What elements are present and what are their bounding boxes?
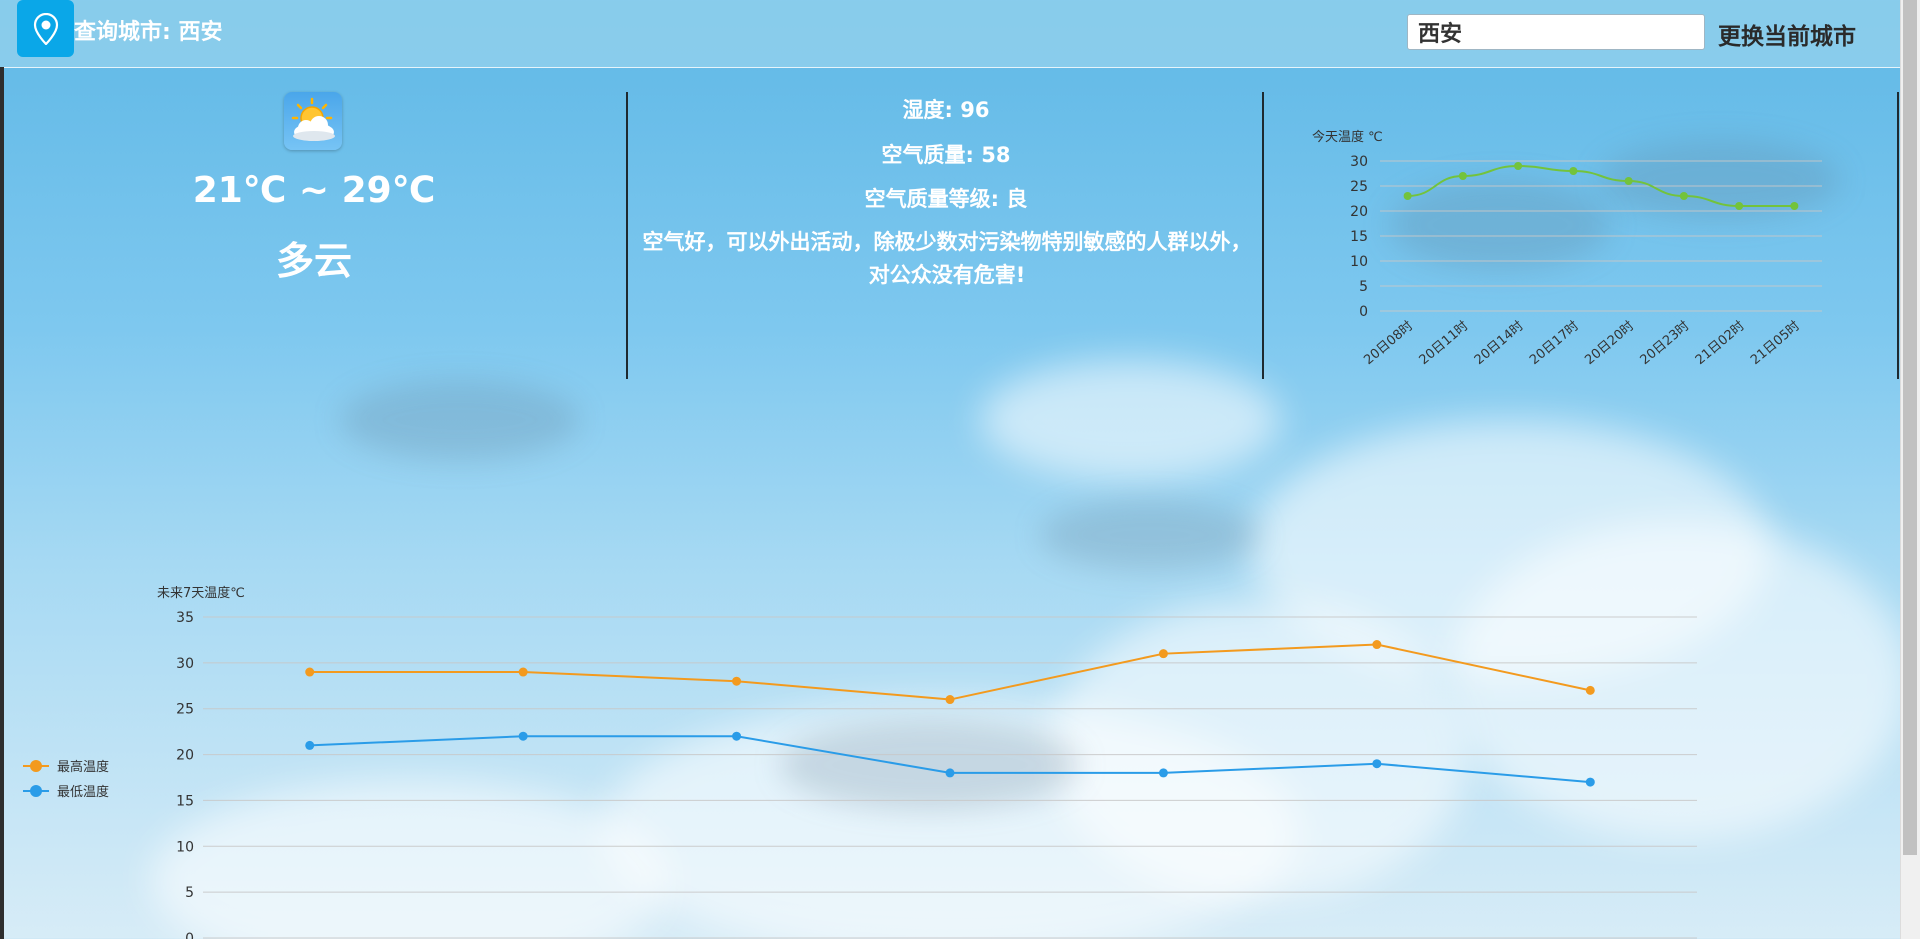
legend-label: 最高温度 — [57, 759, 109, 775]
humidity-value: 湿度: 96 — [902, 98, 990, 122]
panel-divider — [626, 92, 628, 379]
air-quality-level: 空气质量等级: 良 — [864, 187, 1028, 211]
legend-marker — [30, 760, 42, 772]
series-point — [732, 676, 742, 686]
x-tick-label: 20日23时 — [1638, 319, 1693, 368]
y-tick-label: 0 — [185, 931, 194, 939]
weather-description: 多云 — [275, 239, 352, 283]
seven-day-temperature-chart: 未来7天温度℃ 0 5 10 15 20 25 30 35 最高温度最低温度 — [23, 585, 1697, 939]
x-tick-label: 21日02时 — [1693, 319, 1748, 368]
legend-marker — [30, 785, 42, 797]
x-tick-label: 20日11时 — [1417, 319, 1472, 368]
y-tick-label: 5 — [1359, 279, 1368, 295]
change-city-button[interactable]: 更换当前城市 — [1718, 17, 1856, 51]
y-tick-label: 25 — [176, 702, 194, 718]
top-bar: 查询城市: 西安 更换当前城市 — [0, 0, 1900, 68]
y-tick-label: 30 — [1350, 154, 1368, 170]
x-tick-label: 20日17时 — [1527, 319, 1582, 368]
series-line — [309, 643, 1591, 701]
series-point — [945, 695, 955, 705]
series-point — [1585, 777, 1595, 787]
y-tick-label: 35 — [176, 610, 194, 626]
air-quality-advice: 空气好，可以外出活动，除极少数对污染物特别敏感的人群以外，对公众没有危害! — [642, 230, 1252, 287]
current-city-label: 查询城市: 西安 — [74, 20, 223, 45]
temperature-range: 21℃ ~ 29℃ — [192, 170, 436, 211]
x-tick-label: 20日14时 — [1472, 319, 1527, 368]
y-tick-label: 15 — [176, 793, 194, 809]
y-tick-label: 30 — [176, 656, 194, 672]
today-temperature-point — [1679, 192, 1688, 200]
y-tick-label: 10 — [1350, 254, 1368, 270]
chart-title: 今天温度 ℃ — [1312, 129, 1383, 145]
panel-divider — [1262, 92, 1264, 379]
legend-label: 最低温度 — [57, 784, 109, 800]
y-tick-label: 20 — [176, 748, 194, 764]
series-point — [1372, 759, 1382, 769]
today-temperature-point — [1458, 172, 1467, 180]
today-temperature-point — [1790, 202, 1799, 210]
y-tick-label: 20 — [1350, 204, 1368, 220]
x-tick-label: 21日05时 — [1748, 319, 1803, 368]
x-tick-label: 20日20时 — [1582, 319, 1637, 368]
y-tick-label: 5 — [185, 885, 194, 901]
series-point — [518, 667, 528, 677]
scrollbar-thumb[interactable] — [1903, 0, 1917, 855]
y-tick-label: 10 — [176, 839, 194, 855]
map-pin-icon — [33, 12, 58, 45]
today-temperature-point — [1514, 162, 1523, 170]
today-temperature-chart: 今天温度 ℃ 0 5 10 15 20 25 30 20日08时 20日11时 20日14时 20日1… — [1312, 129, 1822, 368]
y-tick-label: 25 — [1350, 179, 1368, 195]
series-point — [1585, 685, 1595, 695]
series-point — [305, 740, 315, 750]
today-temperature-point — [1735, 202, 1744, 210]
today-temperature-point — [1569, 167, 1578, 175]
air-quality-value: 空气质量: 58 — [881, 143, 1011, 167]
panel-divider — [1897, 92, 1899, 379]
x-tick-label: 20日08时 — [1361, 319, 1416, 368]
series-point — [1158, 649, 1168, 659]
today-temperature-point — [1624, 177, 1633, 185]
y-tick-label: 15 — [1350, 229, 1368, 245]
location-button[interactable] — [17, 0, 74, 57]
series-point — [518, 731, 528, 741]
today-temperature-point — [1403, 192, 1412, 200]
series-point — [305, 667, 315, 677]
chart-title: 未来7天温度℃ — [157, 585, 245, 601]
y-tick-label: 0 — [1359, 304, 1368, 320]
city-search-input[interactable] — [1407, 14, 1705, 50]
partly-cloudy-icon — [284, 92, 342, 150]
series-point — [1372, 640, 1382, 650]
series-point — [732, 731, 742, 741]
series-point — [1158, 768, 1168, 778]
series-point — [945, 768, 955, 778]
